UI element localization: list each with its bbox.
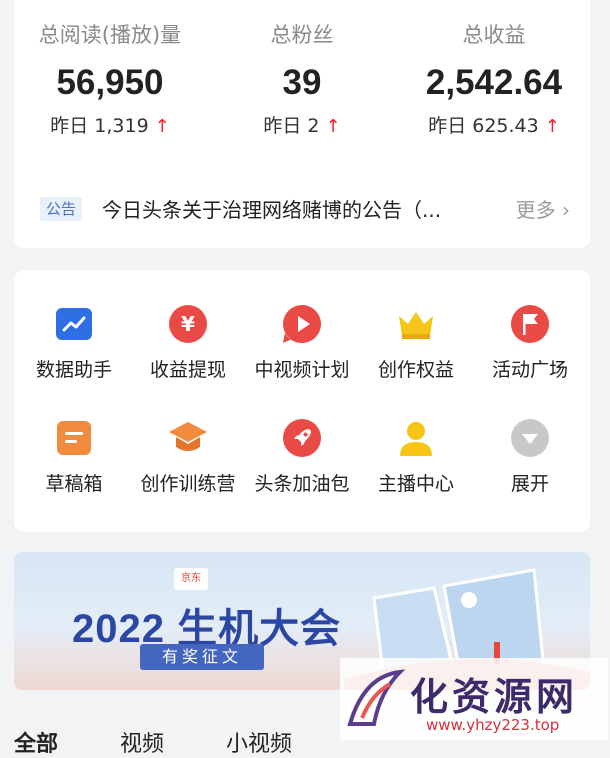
tool-label: 活动广场 [491,359,568,381]
notice-badge: 公告 [40,197,83,221]
tab-all[interactable]: 全部 [14,726,58,758]
up-arrow-icon: ↑ [154,116,170,137]
stat-yesterday: 昨日 1,319 [50,115,149,137]
play-icon [282,304,322,344]
tool-mid-video-plan[interactable]: 中视频计划 [242,304,362,382]
stat-value: 2,542.64 [425,63,563,102]
notice-bar[interactable]: 公告 今日头条关于治理网络赌博的公告（... 更多 › [40,193,570,227]
stat-value: 56,950 [56,63,164,102]
yuan-icon: ¥ [168,304,208,344]
tool-label: 草稿箱 [45,473,103,495]
stat-yesterday: 昨日 625.43 [428,115,539,137]
flag-icon [510,304,550,344]
tool-data-assistant[interactable]: 数据助手 [14,304,134,382]
watermark-text: 化资源网 [410,675,579,719]
site-watermark: 化资源网 www.yhzy223.top [340,658,608,740]
svg-text:¥: ¥ [181,312,195,336]
stat-yesterday: 昨日 2 [263,115,320,137]
chevron-right-icon: › [555,198,570,222]
tool-income-withdraw[interactable]: ¥ 收益提现 [128,304,248,382]
draft-icon [54,418,94,458]
tools-card: 数据助手 ¥ 收益提现 中视频计划 创作权益 活动广场 草稿箱 创作训练营 头条… [14,270,590,532]
tool-label: 主播中心 [377,473,454,495]
watermark-url: www.yhzy223.top [426,716,560,734]
tool-label: 头条加油包 [254,473,350,495]
tab-video[interactable]: 视频 [120,726,164,758]
notice-text[interactable]: 今日头条关于治理网络赌博的公告（... [102,193,482,227]
person-icon [396,418,436,458]
tool-training-camp[interactable]: 创作训练营 [128,418,248,496]
tool-label: 中视频计划 [254,359,350,381]
tool-expand[interactable]: 展开 [470,418,590,496]
tool-boost-pack[interactable]: 头条加油包 [242,418,362,496]
watermark-logo-icon [347,669,406,726]
tool-activity-square[interactable]: 活动广场 [470,304,590,382]
notice-more-link[interactable]: 更多 › [516,193,570,227]
rocket-icon [282,418,322,458]
stats-card: 总阅读(播放)量 56,950 昨日 1,319 ↑ 总粉丝 39 昨日 2 ↑ 总… [14,0,590,248]
stat-label: 总阅读(播放)量 [38,23,182,47]
up-arrow-icon: ↑ [325,116,341,137]
tab-short-video[interactable]: 小视频 [226,726,292,758]
notice-more-label: 更多 [515,198,556,222]
stat-label: 总粉丝 [270,23,334,47]
chart-icon [54,304,94,344]
chevron-down-icon [510,418,550,458]
tool-streamer-center[interactable]: 主播中心 [356,418,476,496]
graduation-cap-icon [168,418,208,458]
stat-total-income[interactable]: 总收益 2,542.64 昨日 625.43 ↑ [398,0,590,139]
stat-total-fans[interactable]: 总粉丝 39 昨日 2 ↑ [206,0,398,139]
stat-label: 总收益 [462,23,526,47]
banner-subtitle: 有奖征文 [140,644,265,670]
tool-creator-rights[interactable]: 创作权益 [356,304,476,382]
crown-icon [396,304,436,344]
stat-total-reads[interactable]: 总阅读(播放)量 56,950 昨日 1,319 ↑ [14,0,206,139]
stat-value: 39 [282,63,322,102]
tool-label: 收益提现 [149,359,226,381]
tool-label: 创作训练营 [140,473,236,495]
jd-logo: 京东 [174,568,208,590]
tool-label: 数据助手 [35,359,112,381]
tool-label: 展开 [510,473,549,495]
tool-drafts[interactable]: 草稿箱 [14,418,134,496]
tool-label: 创作权益 [377,359,454,381]
content-tabs: 全部 视频 小视频 [0,712,340,757]
up-arrow-icon: ↑ [544,116,560,137]
